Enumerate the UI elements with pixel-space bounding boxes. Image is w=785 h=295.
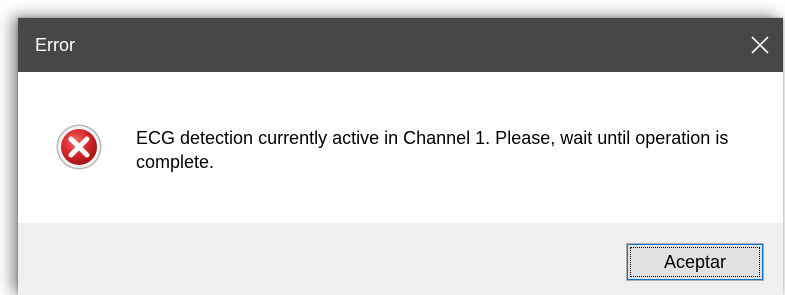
dialog-content: ECG detection currently active in Channe…: [18, 72, 783, 223]
error-dialog: Error ECG detection currently active in …: [18, 18, 783, 295]
window-title: Error: [35, 35, 75, 55]
close-icon: [751, 36, 769, 54]
desktop-background: Error ECG detection currently active in …: [0, 0, 785, 295]
dialog-footer: Aceptar: [18, 223, 783, 295]
aceptar-button[interactable]: Aceptar: [626, 243, 764, 281]
close-button[interactable]: [737, 18, 783, 72]
error-message: ECG detection currently active in Channe…: [136, 128, 729, 172]
error-icon: [56, 124, 102, 170]
title-bar[interactable]: Error: [18, 18, 783, 72]
